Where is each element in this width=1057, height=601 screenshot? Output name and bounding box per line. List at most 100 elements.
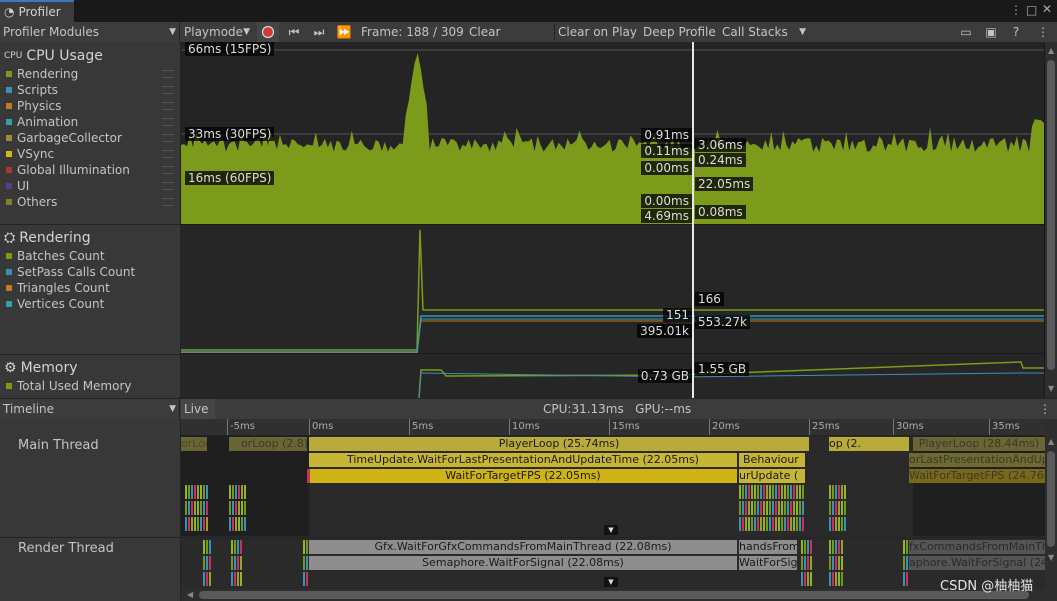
legend-item[interactable]: Batches Count bbox=[6, 248, 180, 264]
timeline-sample-bar[interactable]: Behaviour bbox=[739, 453, 805, 467]
clear-button[interactable]: Clear bbox=[466, 22, 506, 42]
close-icon[interactable]: ✕ bbox=[1042, 2, 1052, 16]
timeline-sample-bar[interactable]: op (2. bbox=[829, 437, 909, 451]
timeline-sample-bar[interactable]: PlayerLoop (28.44ms) bbox=[913, 437, 1045, 451]
drag-handle-icon[interactable] bbox=[162, 134, 174, 142]
live-toggle[interactable]: Live bbox=[181, 399, 215, 419]
timeline-sample-tick bbox=[194, 517, 196, 531]
expand-thread-icon[interactable]: ▼ bbox=[604, 577, 618, 587]
charts-scrollbar[interactable]: ▲ ▼ bbox=[1045, 42, 1057, 398]
legend-label: Animation bbox=[17, 115, 79, 129]
legend-item[interactable]: Rendering bbox=[6, 66, 180, 82]
timeline-sample-tick bbox=[801, 556, 803, 570]
timeline-sample-bar[interactable]: fxCommandsFromMainThre bbox=[909, 540, 1045, 554]
scroll-left-icon[interactable]: ◀ bbox=[187, 590, 193, 599]
legend-item[interactable]: Global Illumination bbox=[6, 162, 180, 178]
timeline-sample-bar[interactable]: WaitForSign bbox=[739, 556, 797, 570]
profiler-tab[interactable]: ◔ Profiler bbox=[0, 0, 74, 22]
memory-module[interactable]: ⚙ Memory Total Used Memory bbox=[0, 358, 180, 394]
timeline-sample-tick bbox=[203, 540, 205, 554]
timeline-sample-tick bbox=[829, 517, 831, 531]
legend-item[interactable]: Vertices Count bbox=[6, 296, 180, 312]
legend-item[interactable]: Triangles Count bbox=[6, 280, 180, 296]
timeline-menu-button[interactable]: ⋮ bbox=[1036, 399, 1052, 419]
timeline-sample-tick bbox=[838, 517, 840, 531]
playmode-dropdown[interactable]: Playmode ▼ bbox=[181, 22, 253, 42]
record-button[interactable] bbox=[257, 22, 279, 42]
previous-frame-button[interactable]: ⏮ bbox=[283, 22, 305, 42]
drag-handle-icon[interactable] bbox=[162, 118, 174, 126]
legend-item[interactable]: Scripts bbox=[6, 82, 180, 98]
scroll-up-icon[interactable]: ▲ bbox=[1048, 437, 1054, 446]
drag-handle-icon[interactable] bbox=[162, 86, 174, 94]
drag-handle-icon[interactable] bbox=[162, 198, 174, 206]
scroll-down-icon[interactable]: ▼ bbox=[1048, 553, 1054, 562]
thread-label-main[interactable]: Main Thread bbox=[18, 438, 99, 453]
timeline-sample-bar[interactable]: aphore.WaitForSignal (24.7 bbox=[909, 556, 1045, 570]
timeline-sample-tick bbox=[766, 485, 768, 499]
timeline-sample-bar[interactable]: Gfx.WaitForGfxCommandsFromMainThread (22… bbox=[309, 540, 737, 554]
legend-item[interactable]: GarbageCollector bbox=[6, 130, 180, 146]
timeline-sample-tick bbox=[906, 572, 908, 586]
timeline-vscrollbar[interactable]: ▲ ▼ bbox=[1045, 419, 1057, 601]
rendering-module[interactable]: ⛭ Rendering Batches Count SetPass Calls C… bbox=[0, 228, 180, 312]
drag-handle-icon[interactable] bbox=[162, 150, 174, 158]
timeline-hscrollbar[interactable]: ◀ bbox=[181, 589, 1045, 601]
deep-profile-toggle[interactable]: Deep Profile bbox=[640, 22, 716, 42]
render-chart-bg bbox=[181, 225, 1044, 353]
call-stacks-dropdown[interactable]: Call Stacks ▼ bbox=[719, 22, 809, 42]
legend-item[interactable]: Others bbox=[6, 194, 180, 210]
clear-on-play-toggle[interactable]: Clear on Play bbox=[555, 22, 637, 42]
timeline-sample-bar[interactable]: Semaphore.WaitForSignal (22.08ms) bbox=[309, 556, 737, 570]
scrollbar-thumb[interactable] bbox=[1047, 60, 1055, 370]
timeline-sample-bar[interactable]: PlayerLoop (25.74ms) bbox=[309, 437, 809, 451]
legend-item[interactable]: SetPass Calls Count bbox=[6, 264, 180, 280]
watermark-text: CSDN @柚柚猫 bbox=[940, 579, 1034, 594]
scrollbar-thumb[interactable] bbox=[1047, 451, 1055, 547]
timeline-sample-bar[interactable]: orLastPresentationAndUpdateTime bbox=[909, 453, 1045, 467]
next-frame-button[interactable]: ⏭ bbox=[308, 22, 330, 42]
timeline-sample-tick bbox=[775, 485, 777, 499]
timeline-sample-bar[interactable]: TimeUpdate.WaitForLastPresentationAndUpd… bbox=[309, 453, 737, 467]
scrollbar-thumb[interactable] bbox=[199, 591, 1029, 599]
timeline-sample-tick bbox=[903, 556, 905, 570]
expand-thread-icon[interactable]: ▼ bbox=[604, 525, 618, 535]
timeline-sample-tick bbox=[238, 501, 240, 515]
timeline-sample-tick bbox=[903, 572, 905, 586]
legend-item[interactable]: VSync bbox=[6, 146, 180, 162]
timeline-area[interactable]: -5ms 0ms 5ms 10ms 15ms 20ms 25ms 30ms 35ms Playe… bbox=[181, 419, 1045, 601]
help-button[interactable]: ? bbox=[1005, 22, 1027, 42]
drag-handle-icon[interactable] bbox=[162, 166, 174, 174]
toolbar-menu-button[interactable]: ⋮ bbox=[1032, 22, 1054, 42]
scroll-down-icon[interactable]: ▼ bbox=[1048, 384, 1054, 393]
scroll-up-icon[interactable]: ▲ bbox=[1048, 46, 1054, 55]
cpu-usage-module[interactable]: CPU CPU Usage Rendering Scripts Physics Ani… bbox=[0, 46, 180, 210]
drag-handle-icon[interactable] bbox=[162, 70, 174, 78]
timeline-sample-bar[interactable]: handsFromM bbox=[739, 540, 797, 554]
load-button[interactable]: ▭ bbox=[955, 22, 977, 42]
timeline-sample-tick bbox=[769, 485, 771, 499]
drag-handle-icon[interactable] bbox=[162, 182, 174, 190]
legend-item[interactable]: Physics bbox=[6, 98, 180, 114]
timeline-sample-bar[interactable]: orLoop (2.8) bbox=[181, 437, 207, 451]
timeline-sample-bar[interactable]: WaitForTargetFPS (22.05ms) bbox=[309, 469, 737, 483]
timeline-sample-tick bbox=[739, 485, 741, 499]
drag-handle-icon[interactable] bbox=[162, 102, 174, 110]
timeline-sample-tick bbox=[841, 501, 843, 515]
legend-item[interactable]: Animation bbox=[6, 114, 180, 130]
legend-item[interactable]: Total Used Memory bbox=[6, 378, 180, 394]
legend-label: Global Illumination bbox=[17, 163, 130, 177]
timeline-sample-bar[interactable]: orLoop (2.8) bbox=[229, 437, 307, 451]
profiler-modules-dropdown[interactable]: Profiler Modules ▼ bbox=[0, 22, 180, 42]
profiler-charts-area[interactable]: 66ms (15FPS) 33ms (30FPS) 16ms (60FPS) 0… bbox=[181, 42, 1044, 398]
current-frame-button[interactable]: ⏩ bbox=[333, 22, 355, 42]
save-button[interactable]: ▣ bbox=[980, 22, 1002, 42]
timeline-sample-bar[interactable]: WaitForTargetFPS (24.76ms bbox=[909, 469, 1045, 483]
timeline-sample-bar[interactable]: urUpdate ( bbox=[739, 469, 805, 483]
thread-label-render[interactable]: Render Thread bbox=[18, 541, 114, 556]
view-mode-dropdown[interactable]: Timeline ▼ bbox=[0, 399, 180, 419]
more-options-icon[interactable]: ⋮ bbox=[1010, 3, 1022, 17]
timeline-sample-tick bbox=[303, 540, 305, 554]
maximize-icon[interactable]: □ bbox=[1026, 3, 1037, 17]
legend-item[interactable]: UI bbox=[6, 178, 180, 194]
